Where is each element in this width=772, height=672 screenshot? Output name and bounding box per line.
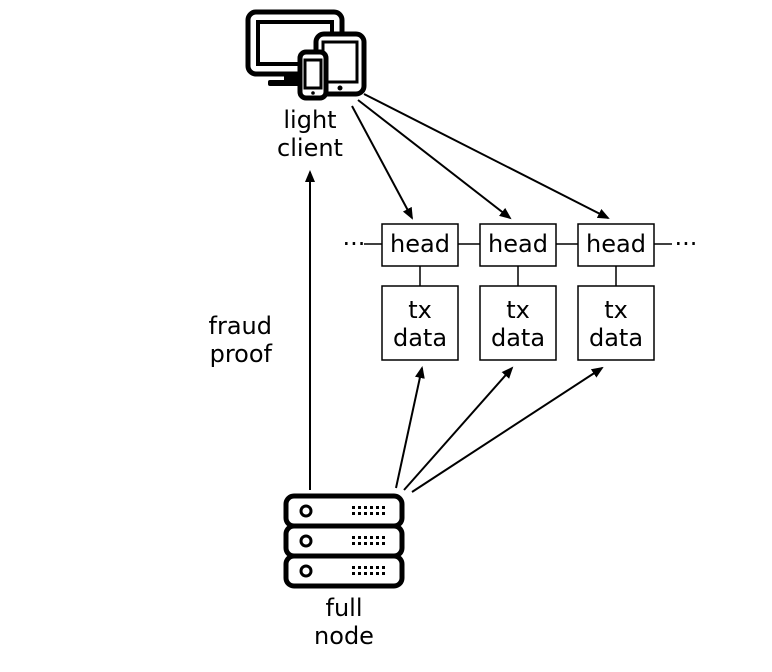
- block-3: head tx data: [578, 224, 654, 360]
- tx-label-3b: data: [589, 324, 643, 352]
- full-node-label-line1: full: [326, 594, 363, 622]
- full-node-to-tx-arrows: [396, 368, 602, 492]
- server-icon: [286, 496, 402, 586]
- tx-label-2a: tx: [506, 296, 530, 324]
- right-dots: ···: [675, 230, 698, 258]
- block-2: head tx data: [480, 224, 556, 360]
- block-1: head tx data: [382, 224, 458, 360]
- head-label: head: [488, 230, 548, 258]
- head-label: head: [586, 230, 646, 258]
- devices-icon: [248, 12, 364, 98]
- left-dots: ···: [343, 230, 366, 258]
- tx-label-2b: data: [491, 324, 545, 352]
- fraud-proof-label-line1: fraud: [209, 312, 272, 340]
- diagram-canvas: light client fraud proof ··· head tx dat…: [0, 0, 772, 672]
- full-node-label-line2: node: [314, 622, 374, 650]
- light-client-label-line1: light: [283, 106, 336, 134]
- tx-label-3a: tx: [604, 296, 628, 324]
- light-client-to-heads-arrows: [352, 94, 608, 218]
- head-label: head: [390, 230, 450, 258]
- tx-label-1a: tx: [408, 296, 432, 324]
- tx-label-1b: data: [393, 324, 447, 352]
- light-client-label-line2: client: [277, 134, 343, 162]
- fraud-proof-label-line2: proof: [210, 340, 273, 368]
